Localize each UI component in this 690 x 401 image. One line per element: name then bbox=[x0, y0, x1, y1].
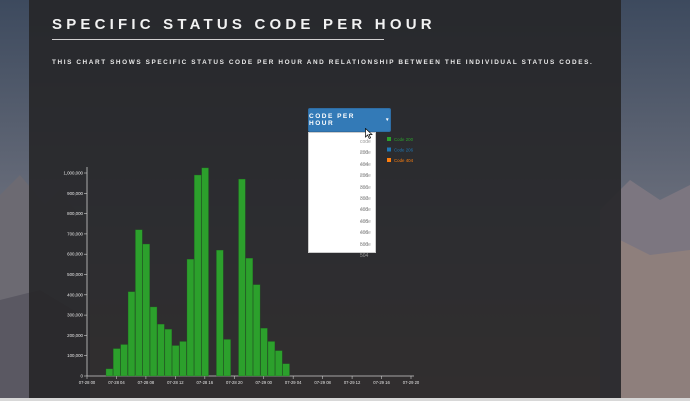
bar bbox=[282, 363, 290, 377]
y-tick-label: 200,000 bbox=[67, 333, 83, 338]
y-tick-label: 1,000,000 bbox=[63, 171, 83, 176]
mouse-pointer-icon bbox=[365, 128, 373, 139]
y-tick-label: 500,000 bbox=[67, 272, 83, 277]
legend-label: Code 404 bbox=[394, 158, 414, 163]
bar bbox=[135, 229, 143, 377]
x-tick-label: 07-29 04 bbox=[285, 380, 302, 385]
x-tick-label: 07-29 08 bbox=[314, 380, 331, 385]
dropdown-option[interactable]: code 301 bbox=[349, 171, 375, 190]
bar bbox=[113, 348, 121, 377]
bar bbox=[253, 284, 261, 377]
bar bbox=[142, 243, 150, 377]
bar bbox=[120, 344, 128, 377]
bar bbox=[267, 341, 275, 377]
bar bbox=[127, 291, 136, 377]
bar bbox=[201, 167, 209, 377]
x-tick-label: 07-28 16 bbox=[197, 380, 214, 385]
legend-swatch bbox=[387, 158, 391, 162]
dropdown-label: CODE PER HOUR bbox=[309, 113, 355, 127]
y-tick-label: 300,000 bbox=[67, 313, 83, 318]
dropdown-menu: code 200 code 404 code 206 code 301 code 302… bbox=[308, 132, 376, 259]
bar bbox=[245, 258, 253, 377]
x-tick-label: 07-29 16 bbox=[373, 380, 390, 385]
bar bbox=[150, 306, 158, 377]
x-tick-label: 07-29 00 bbox=[255, 380, 272, 385]
dropdown-option[interactable]: code 405 bbox=[349, 205, 375, 224]
dropdown-option[interactable]: code 403 bbox=[349, 194, 375, 213]
chevron-down-icon: ▾ bbox=[385, 117, 390, 123]
y-tick-label: 600,000 bbox=[67, 252, 83, 257]
bar bbox=[216, 249, 224, 377]
dropdown-option[interactable]: code 406 bbox=[349, 217, 375, 236]
bar bbox=[105, 368, 113, 377]
x-tick-label: 07-29 12 bbox=[344, 380, 361, 385]
x-tick-label: 07-28 08 bbox=[138, 380, 155, 385]
y-tick-label: 800,000 bbox=[67, 211, 83, 216]
legend-swatch bbox=[387, 137, 391, 141]
legend-label: Code 200 bbox=[394, 137, 414, 142]
x-tick-label: 07-28 00 bbox=[79, 380, 96, 385]
bar bbox=[186, 259, 194, 377]
dropdown-option[interactable]: code 500 bbox=[349, 228, 375, 247]
y-tick-label: 900,000 bbox=[67, 191, 83, 196]
legend-label: Code 206 bbox=[394, 147, 414, 152]
y-tick-label: 100,000 bbox=[67, 353, 83, 358]
bar bbox=[275, 350, 283, 377]
bar bbox=[260, 328, 268, 377]
bar bbox=[157, 324, 165, 377]
x-tick-label: 07-29 20 bbox=[403, 380, 420, 385]
bar bbox=[194, 174, 202, 377]
bar bbox=[172, 345, 180, 377]
legend-swatch bbox=[387, 147, 391, 152]
dropdown-option[interactable]: code 504 bbox=[349, 240, 375, 259]
y-tick-label: 700,000 bbox=[67, 231, 83, 236]
bar bbox=[179, 341, 187, 377]
code-per-hour-dropdown-button[interactable]: CODE PER HOUR ▾ bbox=[308, 108, 391, 132]
x-tick-label: 07-28 20 bbox=[226, 380, 243, 385]
dropdown-option[interactable]: code 404 bbox=[349, 148, 375, 167]
y-tick-label: 0 bbox=[81, 374, 84, 379]
bar bbox=[238, 178, 246, 377]
y-tick-label: 400,000 bbox=[67, 292, 83, 297]
dropdown-option[interactable]: code 302 bbox=[349, 183, 375, 202]
x-tick-label: 07-28 12 bbox=[167, 380, 184, 385]
x-tick-label: 07-28 04 bbox=[108, 380, 125, 385]
bar bbox=[164, 329, 172, 377]
dropdown-option[interactable]: code 206 bbox=[349, 160, 375, 179]
bar bbox=[223, 339, 231, 377]
